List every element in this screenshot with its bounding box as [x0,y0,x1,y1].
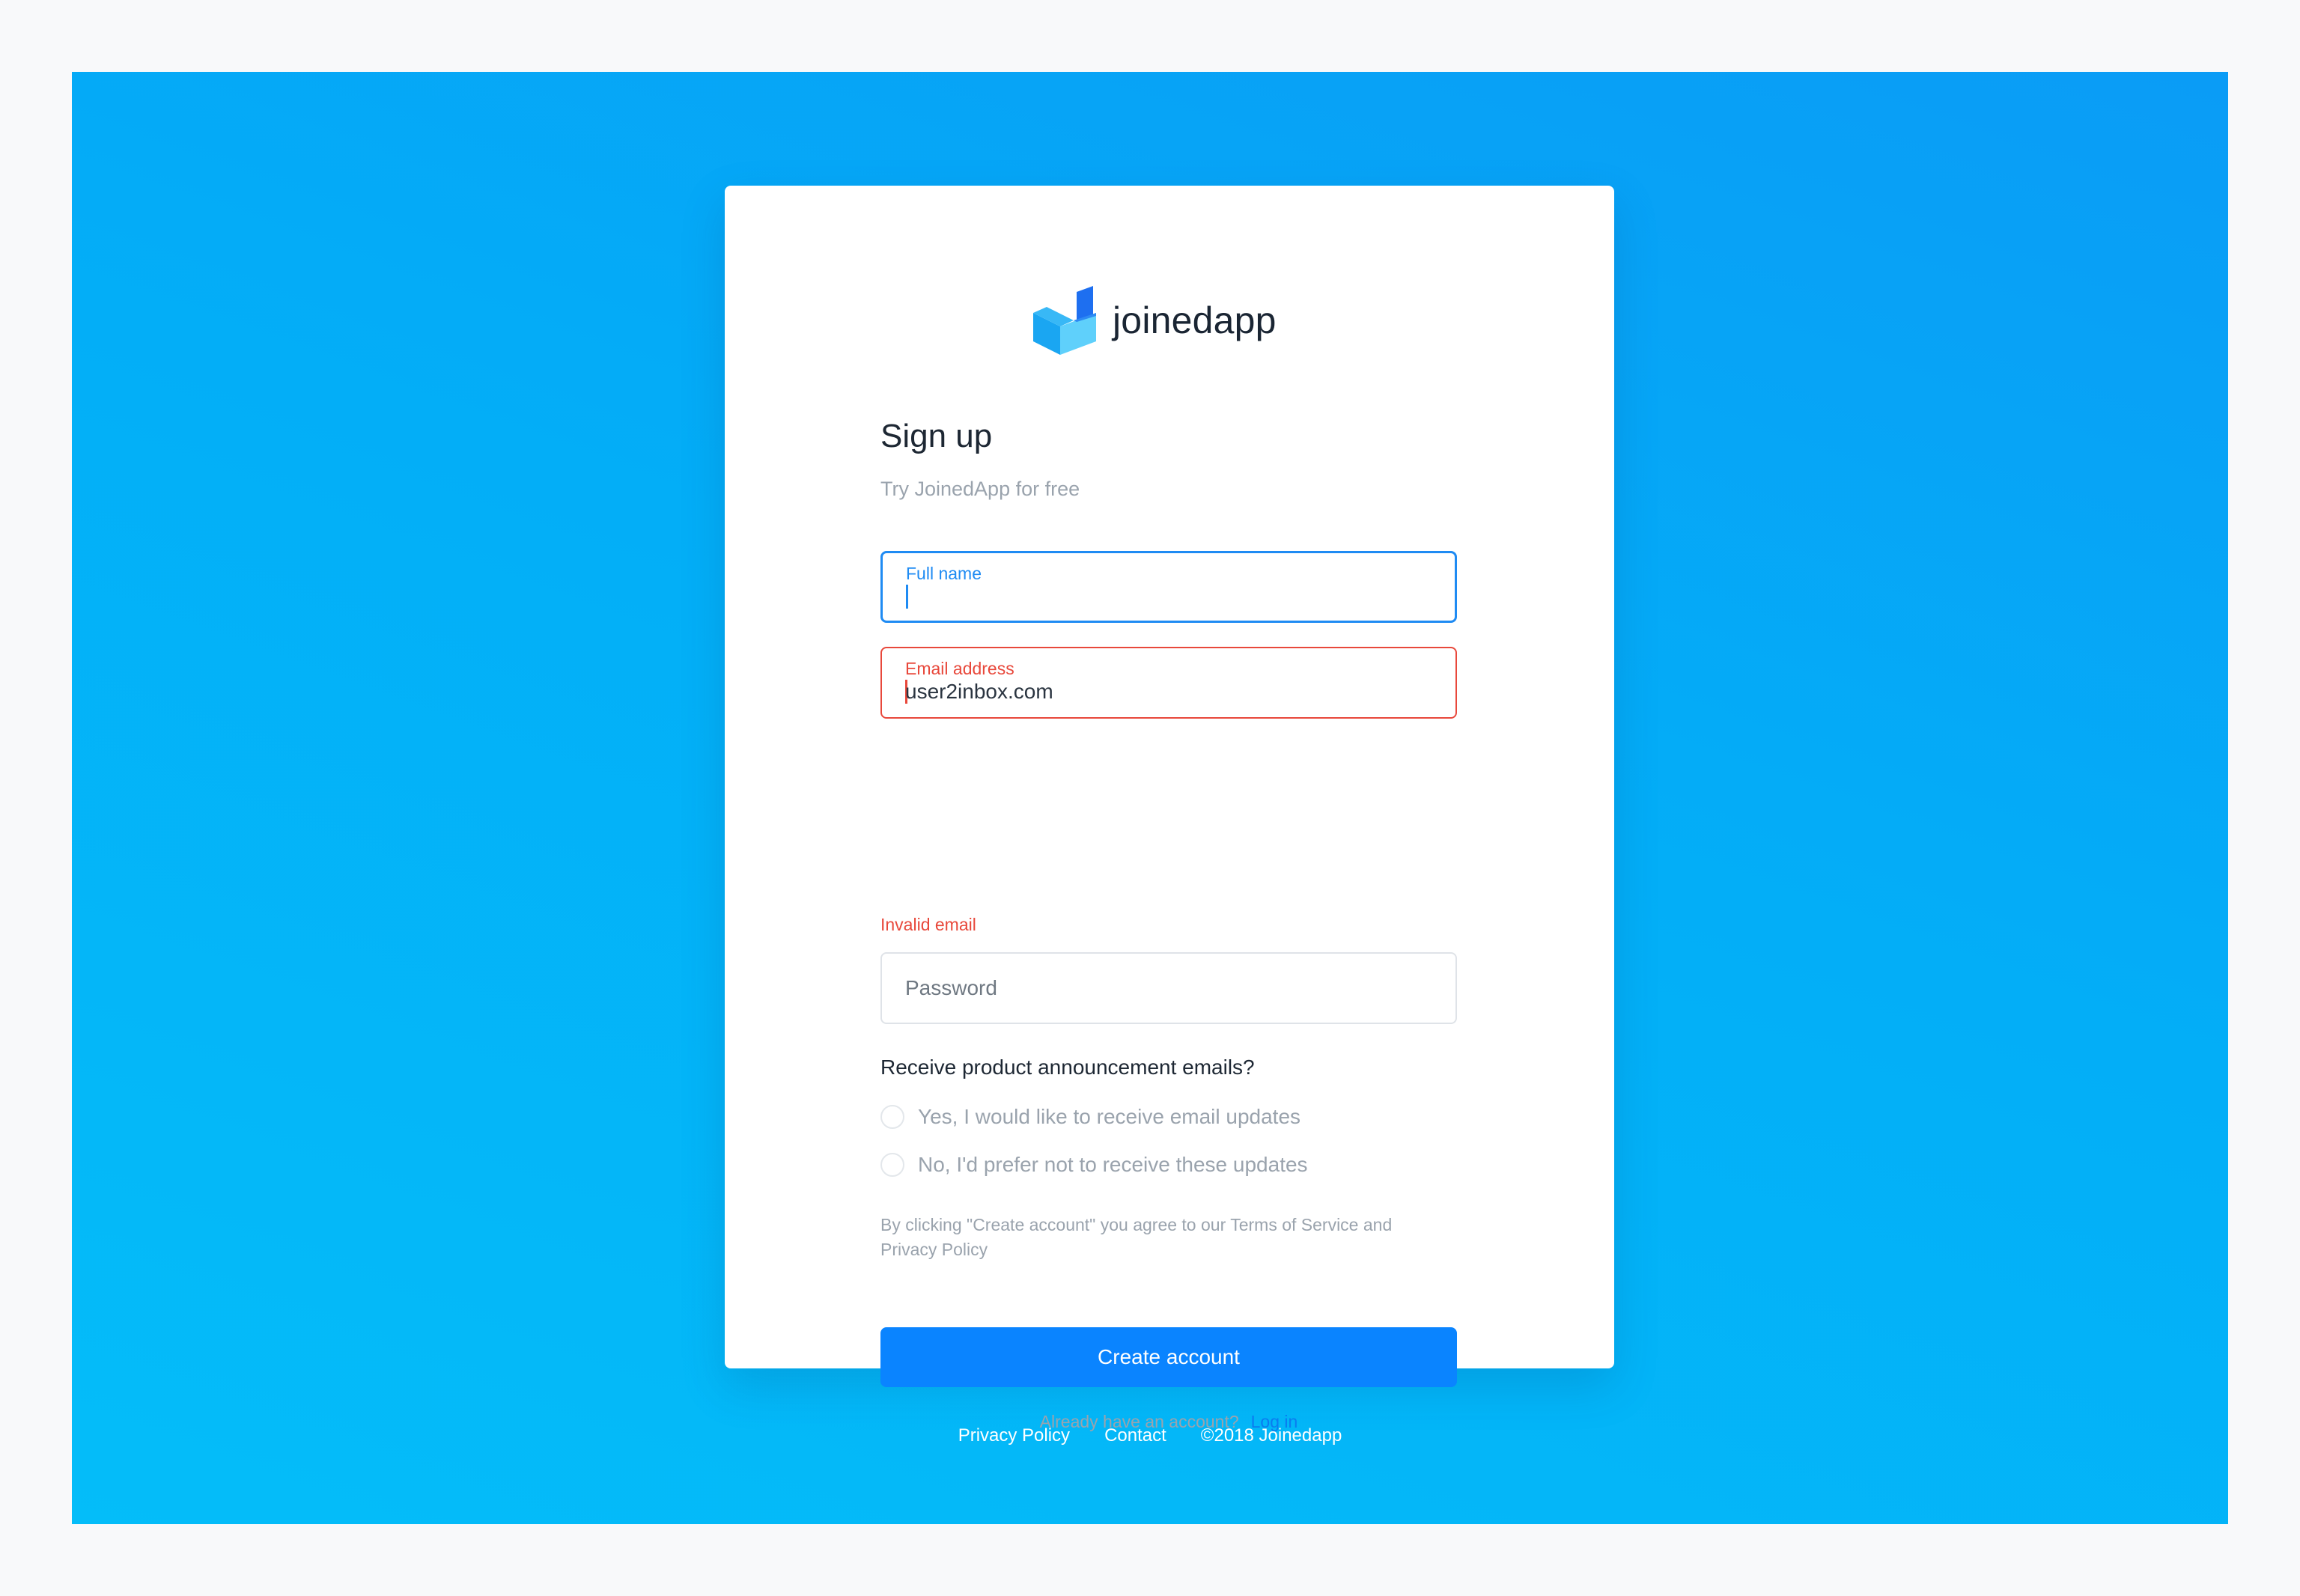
footer-contact-link[interactable]: Contact [1104,1425,1166,1446]
joinedapp-logo-icon [1033,286,1096,355]
full-name-field[interactable]: Full name [880,551,1457,623]
footer-privacy-link[interactable]: Privacy Policy [958,1425,1070,1446]
brand-logo: joinedapp [1033,286,1277,355]
brand-name: joinedapp [1113,299,1277,341]
radio-option-no[interactable]: No, I'd prefer not to receive these upda… [880,1153,1308,1177]
radio-option-yes[interactable]: Yes, I would like to receive email updat… [880,1105,1300,1129]
signup-card: joinedapp Sign up Try JoinedApp for free… [725,186,1614,1431]
page-footer: Privacy Policy Contact ©2018 Joinedapp [72,1425,2228,1446]
email-field[interactable]: Email address user2inbox.com [880,647,1457,719]
full-name-input[interactable] [906,585,908,609]
emails-question: Receive product announcement emails? [880,1056,1255,1079]
full-name-label: Full name [906,564,982,583]
email-label: Email address [905,659,1014,678]
legal-line-2: Privacy Policy [880,1240,988,1259]
create-account-button[interactable]: Create account [880,1327,1457,1387]
radio-button[interactable] [880,1105,904,1129]
email-input[interactable]: user2inbox.com [905,680,1053,704]
password-placeholder: Password [905,976,997,999]
page-background: joinedapp Sign up Try JoinedApp for free… [72,72,2228,1524]
radio-label: Yes, I would like to receive email updat… [918,1105,1301,1128]
radio-button[interactable] [880,1153,904,1177]
password-field[interactable]: Password [880,952,1457,1024]
email-error-message: Invalid email [880,915,976,934]
legal-line-1: By clicking "Create account" you agree t… [880,1215,1393,1234]
radio-label: No, I'd prefer not to receive these upda… [918,1153,1308,1176]
email-value: user2inbox.com [905,680,1053,703]
footer-copyright: ©2018 Joinedapp [1200,1425,1342,1446]
text-caret [906,585,908,609]
page-subtitle: Try JoinedApp for free [880,478,1080,500]
page-title: Sign up [880,418,993,454]
legal-notice: By clicking "Create account" you agree t… [880,1213,1457,1262]
